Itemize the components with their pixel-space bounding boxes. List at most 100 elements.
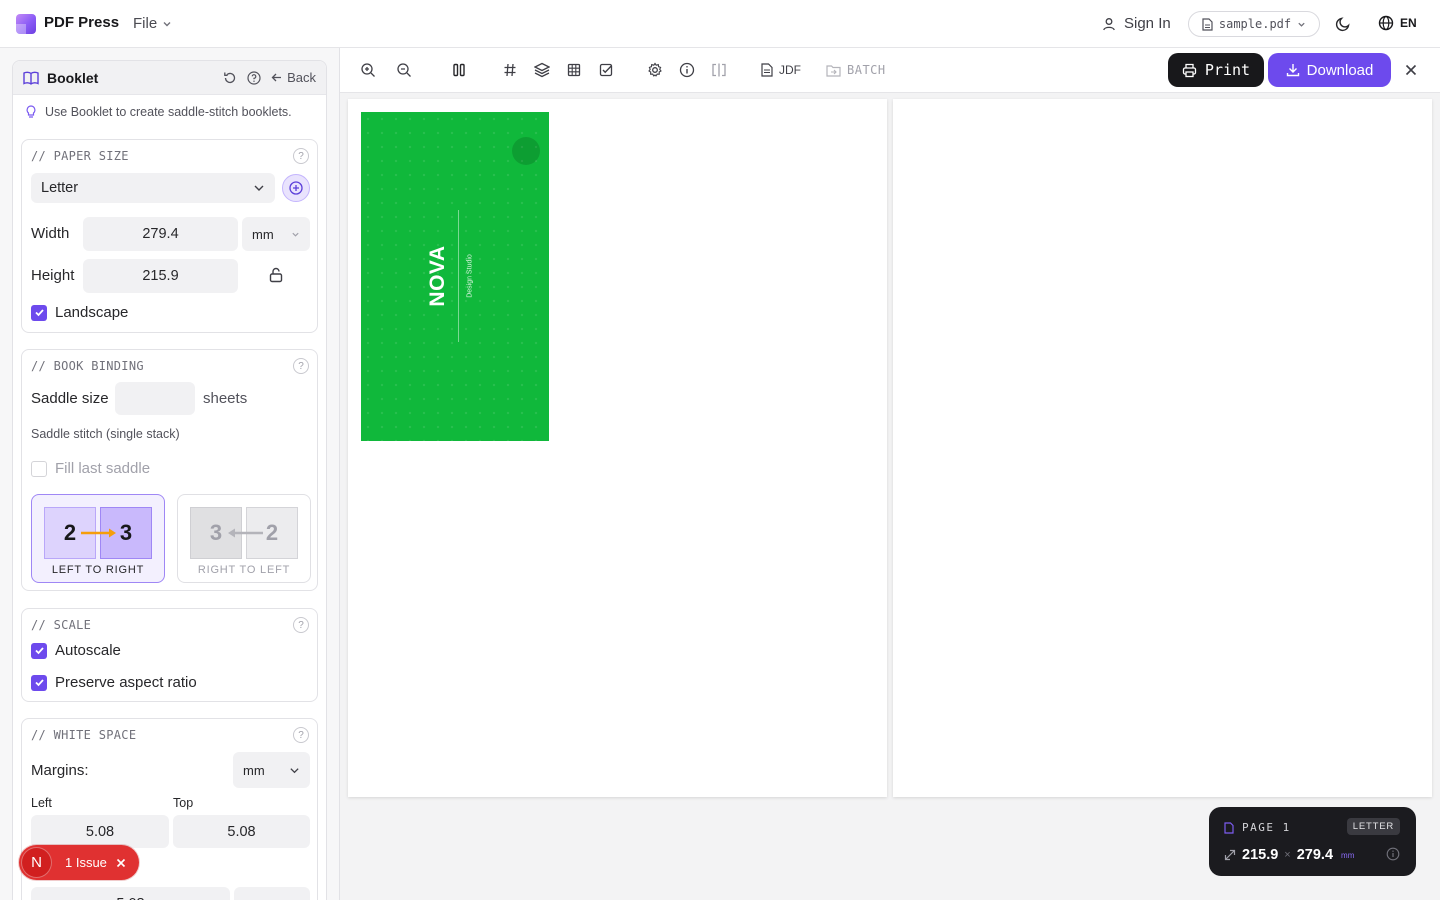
- info-icon: [1386, 847, 1400, 861]
- check-square-icon: [599, 63, 613, 77]
- height-input[interactable]: 215.9: [83, 259, 238, 293]
- document-icon: [761, 63, 773, 77]
- issues-badge[interactable]: N 1 Issue: [19, 845, 139, 880]
- page-numbers-button[interactable]: [501, 61, 519, 79]
- file-selector[interactable]: sample.pdf: [1188, 11, 1320, 37]
- arrow-right-icon: [81, 528, 116, 538]
- direction-right-to-left[interactable]: 3 2 RIGHT TO LEFT: [177, 494, 311, 583]
- landscape-checkbox[interactable]: Landscape: [31, 304, 128, 321]
- help-icon[interactable]: ?: [293, 358, 309, 374]
- issues-label: 1 Issue: [65, 855, 107, 870]
- page-indicator: PAGE 1: [1224, 821, 1291, 834]
- grid-icon: [567, 63, 581, 77]
- chevron-down-icon: [254, 185, 264, 191]
- issues-avatar: N: [21, 847, 52, 878]
- compare-button[interactable]: [710, 61, 728, 79]
- jdf-button[interactable]: JDF: [761, 63, 801, 77]
- unit-select[interactable]: mm: [242, 217, 310, 251]
- print-label: Print: [1204, 61, 1251, 79]
- batch-button[interactable]: BATCH: [826, 63, 886, 77]
- direction-left-to-right[interactable]: 2 3 LEFT TO RIGHT: [31, 494, 165, 583]
- paper-size-tag: LETTER: [1346, 818, 1400, 835]
- page-info-panel: PAGE 1 LETTER 215.9 × 279.4 mm: [1209, 807, 1416, 876]
- top-bar: PDF Press File Sign In sample.pdf EN: [0, 0, 1440, 48]
- arrow-left-icon: [271, 73, 282, 82]
- unlock-icon[interactable]: [268, 267, 284, 283]
- left-margin-input[interactable]: 5.08: [31, 815, 169, 848]
- printer-icon: [1182, 63, 1197, 77]
- card-brand: NOVA: [426, 245, 449, 307]
- help-icon[interactable]: [247, 70, 261, 85]
- help-icon[interactable]: ?: [293, 148, 309, 164]
- margins-label: Margins:: [31, 762, 89, 779]
- moon-icon: [1335, 17, 1350, 32]
- section-title: // SCALE: [31, 618, 92, 632]
- file-menu[interactable]: File: [133, 15, 172, 32]
- times-sign: ×: [1284, 849, 1291, 861]
- width-label: Width: [31, 225, 70, 242]
- booklet-hint: Use Booklet to create saddle-stitch book…: [13, 95, 326, 129]
- checkbox-checked-icon: [31, 642, 47, 659]
- preview-page-right: [893, 99, 1432, 797]
- grid-button[interactable]: [565, 61, 583, 79]
- add-custom-size-button[interactable]: [282, 174, 310, 202]
- back-label: Back: [287, 70, 316, 85]
- checklist-button[interactable]: [597, 61, 615, 79]
- page-label: PAGE 1: [1242, 821, 1291, 834]
- fill-last-saddle-checkbox[interactable]: Fill last saddle: [31, 460, 150, 477]
- margin-unit-value: mm: [243, 762, 265, 778]
- paper-size-select[interactable]: Letter: [31, 173, 275, 203]
- section-title: // WHITE SPACE: [31, 728, 137, 742]
- chevron-down-icon: [290, 767, 299, 773]
- app-title: PDF Press: [44, 14, 120, 31]
- checkbox-checked-icon: [31, 674, 47, 691]
- close-icon[interactable]: [116, 858, 126, 868]
- arrow-left-icon: [228, 528, 263, 538]
- autoscale-checkbox[interactable]: Autoscale: [31, 642, 121, 659]
- jdf-label: JDF: [779, 63, 801, 77]
- landscape-label: Landscape: [55, 304, 129, 321]
- page-dimensions: 215.9 × 279.4 mm: [1224, 847, 1354, 863]
- columns-view-button[interactable]: [450, 61, 468, 79]
- info-button[interactable]: [678, 61, 696, 79]
- layers-button[interactable]: [533, 61, 551, 79]
- chevron-down-icon: [163, 21, 171, 26]
- print-button[interactable]: Print: [1168, 53, 1264, 87]
- zoom-out-button[interactable]: [395, 61, 413, 79]
- saddle-unit-label: sheets: [203, 390, 248, 407]
- zoom-in-icon: [361, 63, 375, 77]
- page-unit: mm: [1341, 850, 1355, 860]
- close-button[interactable]: [1403, 62, 1419, 83]
- right-margin-input[interactable]: [234, 887, 310, 900]
- language-selector[interactable]: EN: [1378, 15, 1417, 31]
- resize-icon: [1224, 849, 1236, 861]
- language-label: EN: [1400, 16, 1417, 30]
- back-button[interactable]: Back: [271, 70, 316, 85]
- top-margin-input[interactable]: 5.08: [173, 815, 310, 848]
- section-title: // PAPER SIZE: [31, 149, 129, 163]
- height-label: Height: [31, 267, 75, 284]
- settings-button[interactable]: [646, 61, 664, 79]
- saddle-mode-text: Saddle stitch (single stack): [31, 427, 180, 441]
- zoom-in-button[interactable]: [359, 61, 377, 79]
- file-menu-label: File: [133, 15, 158, 32]
- saddle-size-input[interactable]: [115, 382, 195, 415]
- download-button[interactable]: Download: [1268, 53, 1391, 87]
- preserve-aspect-label: Preserve aspect ratio: [55, 674, 197, 691]
- help-icon[interactable]: ?: [293, 617, 309, 633]
- theme-toggle[interactable]: [1335, 15, 1352, 37]
- help-icon[interactable]: ?: [293, 727, 309, 743]
- download-icon: [1286, 64, 1299, 77]
- preserve-aspect-checkbox[interactable]: Preserve aspect ratio: [31, 674, 197, 691]
- fill-last-label: Fill last saddle: [55, 460, 151, 477]
- margin-unit-select[interactable]: mm: [233, 752, 310, 788]
- zoom-out-icon: [397, 63, 411, 77]
- page-info-button[interactable]: [1386, 847, 1400, 866]
- width-input[interactable]: 279.4: [83, 217, 238, 251]
- chevron-down-icon: [292, 232, 299, 237]
- reset-icon[interactable]: [223, 71, 237, 85]
- checkbox-unchecked-icon: [31, 460, 47, 477]
- sign-in-button[interactable]: Sign In: [1102, 15, 1171, 32]
- bottom-margin-input[interactable]: 5.08: [31, 887, 230, 900]
- autoscale-label: Autoscale: [55, 642, 121, 659]
